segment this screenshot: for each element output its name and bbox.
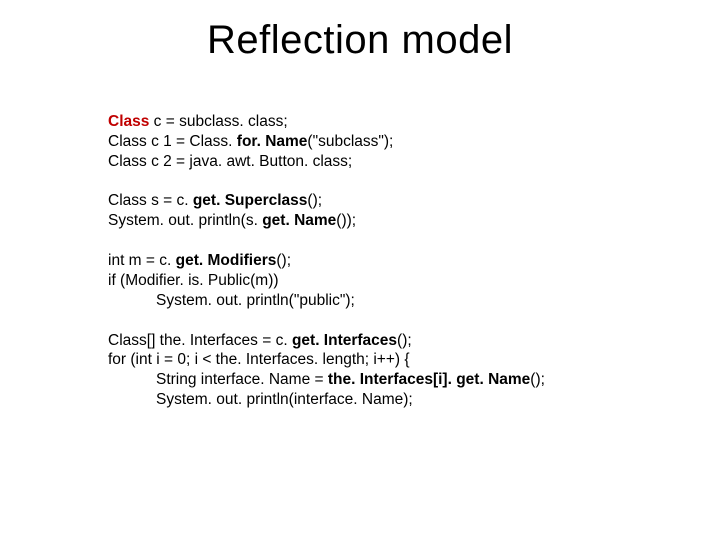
keyword-class: Class <box>108 113 149 130</box>
code-line: System. out. println(interface. Name); <box>108 390 668 410</box>
slide: Reflection model Class c = subclass. cla… <box>0 0 720 540</box>
code-text: (); <box>530 371 545 388</box>
code-text: (); <box>276 252 291 269</box>
code-text: ("subclass"); <box>307 133 393 150</box>
method-name: get. Interfaces <box>292 332 397 349</box>
code-line: System. out. println(s. get. Name()); <box>108 211 668 231</box>
code-line: String interface. Name = the. Interfaces… <box>108 370 668 390</box>
code-line: System. out. println("public"); <box>108 291 668 311</box>
code-text: ()); <box>336 212 356 229</box>
code-line: Class c = subclass. class; <box>108 112 668 132</box>
code-line: Class[] the. Interfaces = c. get. Interf… <box>108 331 668 351</box>
code-line: Class c 1 = Class. for. Name("subclass")… <box>108 132 668 152</box>
code-text: Class[] the. Interfaces = c. <box>108 332 292 349</box>
code-text: Class s = c. <box>108 192 193 209</box>
code-text: int m = c. <box>108 252 176 269</box>
code-text: String interface. Name = <box>156 371 328 388</box>
code-line: for (int i = 0; i < the. Interfaces. len… <box>108 350 668 370</box>
code-line: if (Modifier. is. Public(m)) <box>108 271 668 291</box>
code-block-2: Class s = c. get. Superclass(); System. … <box>108 191 668 231</box>
method-name: for. Name <box>237 133 308 150</box>
code-text: (); <box>397 332 412 349</box>
method-name: get. Modifiers <box>176 252 277 269</box>
slide-title: Reflection model <box>0 18 720 63</box>
method-name: get. Superclass <box>193 192 308 209</box>
code-text: System. out. println(s. <box>108 212 262 229</box>
code-text: c = subclass. class; <box>149 113 287 130</box>
code-text: (); <box>307 192 322 209</box>
code-block-1: Class c = subclass. class; Class c 1 = C… <box>108 112 668 171</box>
code-block-3: int m = c. get. Modifiers(); if (Modifie… <box>108 251 668 310</box>
method-name: get. Name <box>262 212 336 229</box>
slide-body: Class c = subclass. class; Class c 1 = C… <box>108 112 668 410</box>
code-line: Class c 2 = java. awt. Button. class; <box>108 152 668 172</box>
code-block-4: Class[] the. Interfaces = c. get. Interf… <box>108 331 668 410</box>
code-line: int m = c. get. Modifiers(); <box>108 251 668 271</box>
method-name: the. Interfaces[i]. get. Name <box>328 371 530 388</box>
code-text: Class c 1 = Class. <box>108 133 237 150</box>
code-line: Class s = c. get. Superclass(); <box>108 191 668 211</box>
